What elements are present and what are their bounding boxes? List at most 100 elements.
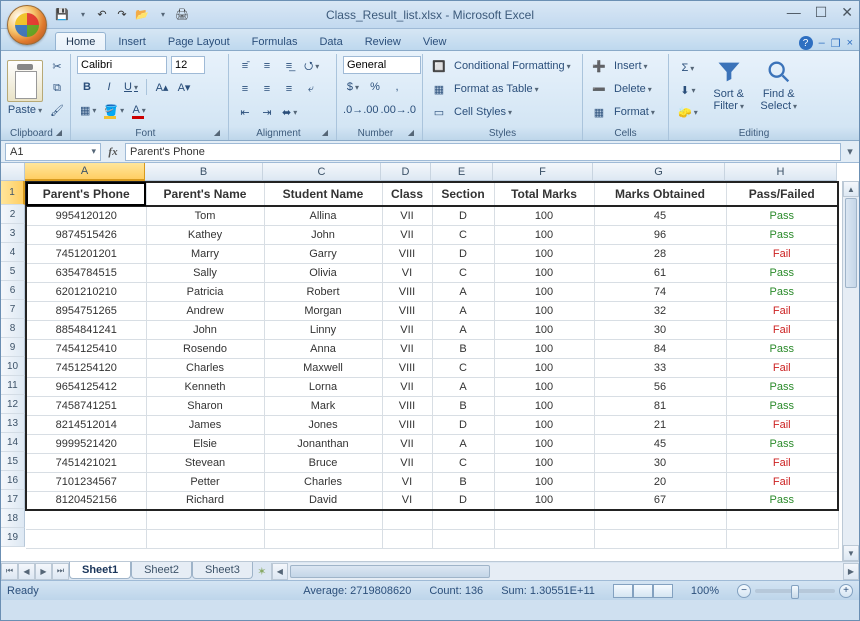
cell[interactable]: VI: [382, 263, 432, 282]
align-top-icon[interactable]: ≡̄: [235, 56, 255, 76]
accounting-format-icon[interactable]: $: [343, 77, 363, 97]
cell[interactable]: VIII: [382, 396, 432, 415]
clipboard-launcher-icon[interactable]: ◢: [56, 128, 62, 137]
open-folder-icon[interactable]: 📂: [133, 6, 151, 24]
row-header[interactable]: 7: [1, 300, 25, 319]
merge-center-icon[interactable]: ⬌: [279, 102, 300, 122]
qat-customize[interactable]: [73, 6, 91, 24]
cond-format-icon[interactable]: 🔲: [429, 56, 449, 76]
fx-icon[interactable]: fx: [101, 146, 125, 158]
cell[interactable]: D: [432, 206, 494, 225]
cell[interactable]: 20: [594, 472, 726, 491]
grid[interactable]: Parent's PhoneParent's NameStudent NameC…: [25, 181, 839, 549]
cell[interactable]: 32: [594, 301, 726, 320]
align-right-icon[interactable]: ≡: [279, 79, 299, 99]
sheet-tab[interactable]: Sheet3: [192, 562, 253, 579]
row-header[interactable]: 6: [1, 281, 25, 300]
cell-styles-button[interactable]: Cell Styles: [451, 102, 515, 122]
cell[interactable]: Fail: [726, 244, 838, 263]
cell[interactable]: Fail: [726, 358, 838, 377]
cell[interactable]: 56: [594, 377, 726, 396]
cell[interactable]: 28: [594, 244, 726, 263]
cell[interactable]: VII: [382, 206, 432, 225]
header-cell[interactable]: Pass/Failed: [726, 182, 838, 206]
decrease-indent-icon[interactable]: ⇤: [235, 102, 255, 122]
wrap-text-icon[interactable]: ⤶: [301, 79, 321, 99]
cell[interactable]: 100: [494, 320, 594, 339]
delete-button[interactable]: Delete: [611, 79, 655, 99]
align-bottom-icon[interactable]: ≡̲: [279, 56, 299, 76]
cell[interactable]: Garry: [264, 244, 382, 263]
help-icon[interactable]: ?: [799, 36, 813, 50]
column-header[interactable]: H: [725, 163, 837, 181]
font-color-icon[interactable]: A: [129, 100, 149, 120]
cell[interactable]: Anna: [264, 339, 382, 358]
cell[interactable]: Pass: [726, 491, 838, 510]
row-header[interactable]: 8: [1, 319, 25, 338]
increase-decimal-icon[interactable]: .0→.00: [343, 100, 379, 120]
cell[interactable]: 8854841241: [26, 320, 146, 339]
cell[interactable]: 7101234567: [26, 472, 146, 491]
fill-icon[interactable]: ⬇: [675, 80, 701, 100]
ribbon-tab-view[interactable]: View: [413, 33, 457, 50]
cut-icon[interactable]: ✂: [47, 56, 67, 76]
align-center-icon[interactable]: ≡: [257, 79, 277, 99]
cell[interactable]: Kathey: [146, 225, 264, 244]
cell[interactable]: 9654125412: [26, 377, 146, 396]
ribbon-minimize-icon[interactable]: –: [819, 37, 825, 49]
format-painter-icon[interactable]: 🖌: [47, 100, 67, 120]
scroll-down-icon[interactable]: ▼: [843, 545, 859, 561]
cell[interactable]: 100: [494, 491, 594, 510]
cell[interactable]: B: [432, 472, 494, 491]
ribbon-tab-home[interactable]: Home: [55, 32, 106, 50]
cell[interactable]: 30: [594, 453, 726, 472]
cell[interactable]: Stevean: [146, 453, 264, 472]
cell[interactable]: Maxwell: [264, 358, 382, 377]
cell[interactable]: VIII: [382, 358, 432, 377]
row-header[interactable]: 17: [1, 490, 25, 509]
row-header[interactable]: 9: [1, 338, 25, 357]
header-cell[interactable]: Total Marks: [494, 182, 594, 206]
fill-color-icon[interactable]: 🪣: [101, 100, 127, 120]
office-button[interactable]: [7, 5, 47, 45]
cell[interactable]: B: [432, 396, 494, 415]
ribbon-tab-page-layout[interactable]: Page Layout: [158, 33, 240, 50]
cell[interactable]: VIII: [382, 415, 432, 434]
grow-font-icon[interactable]: A▴: [152, 77, 172, 97]
cell[interactable]: Fail: [726, 320, 838, 339]
cell[interactable]: 100: [494, 434, 594, 453]
header-cell[interactable]: Class: [382, 182, 432, 206]
cell[interactable]: Pass: [726, 282, 838, 301]
column-header[interactable]: G: [593, 163, 725, 181]
cell[interactable]: 6201210210: [26, 282, 146, 301]
column-header[interactable]: E: [431, 163, 493, 181]
cell[interactable]: Mark: [264, 396, 382, 415]
increase-indent-icon[interactable]: ⇥: [257, 102, 277, 122]
undo-icon[interactable]: ↶: [93, 6, 111, 24]
cell[interactable]: John: [264, 225, 382, 244]
format-cells-icon[interactable]: ▦: [589, 102, 609, 122]
font-name-combo[interactable]: [77, 56, 167, 74]
cell[interactable]: [594, 510, 726, 529]
orientation-icon[interactable]: ⭯: [301, 56, 322, 76]
cell[interactable]: Pass: [726, 434, 838, 453]
cell[interactable]: 61: [594, 263, 726, 282]
cell[interactable]: 67: [594, 491, 726, 510]
close-button[interactable]: ✕: [841, 5, 853, 19]
cell[interactable]: VIII: [382, 282, 432, 301]
cell[interactable]: D: [432, 415, 494, 434]
new-sheet-icon[interactable]: ✶: [253, 565, 271, 578]
formula-input[interactable]: Parent's Phone: [125, 143, 841, 161]
insert-button[interactable]: Insert: [611, 56, 651, 76]
cell[interactable]: 100: [494, 301, 594, 320]
font-size-combo[interactable]: [171, 56, 205, 74]
paste-button[interactable]: [7, 60, 43, 102]
cell[interactable]: Fail: [726, 415, 838, 434]
cell[interactable]: VII: [382, 320, 432, 339]
row-header[interactable]: 10: [1, 357, 25, 376]
formula-expand-icon[interactable]: ▾: [841, 145, 859, 158]
ribbon-tab-insert[interactable]: Insert: [108, 33, 156, 50]
cell[interactable]: Olivia: [264, 263, 382, 282]
cell[interactable]: [494, 529, 594, 548]
cell[interactable]: A: [432, 434, 494, 453]
